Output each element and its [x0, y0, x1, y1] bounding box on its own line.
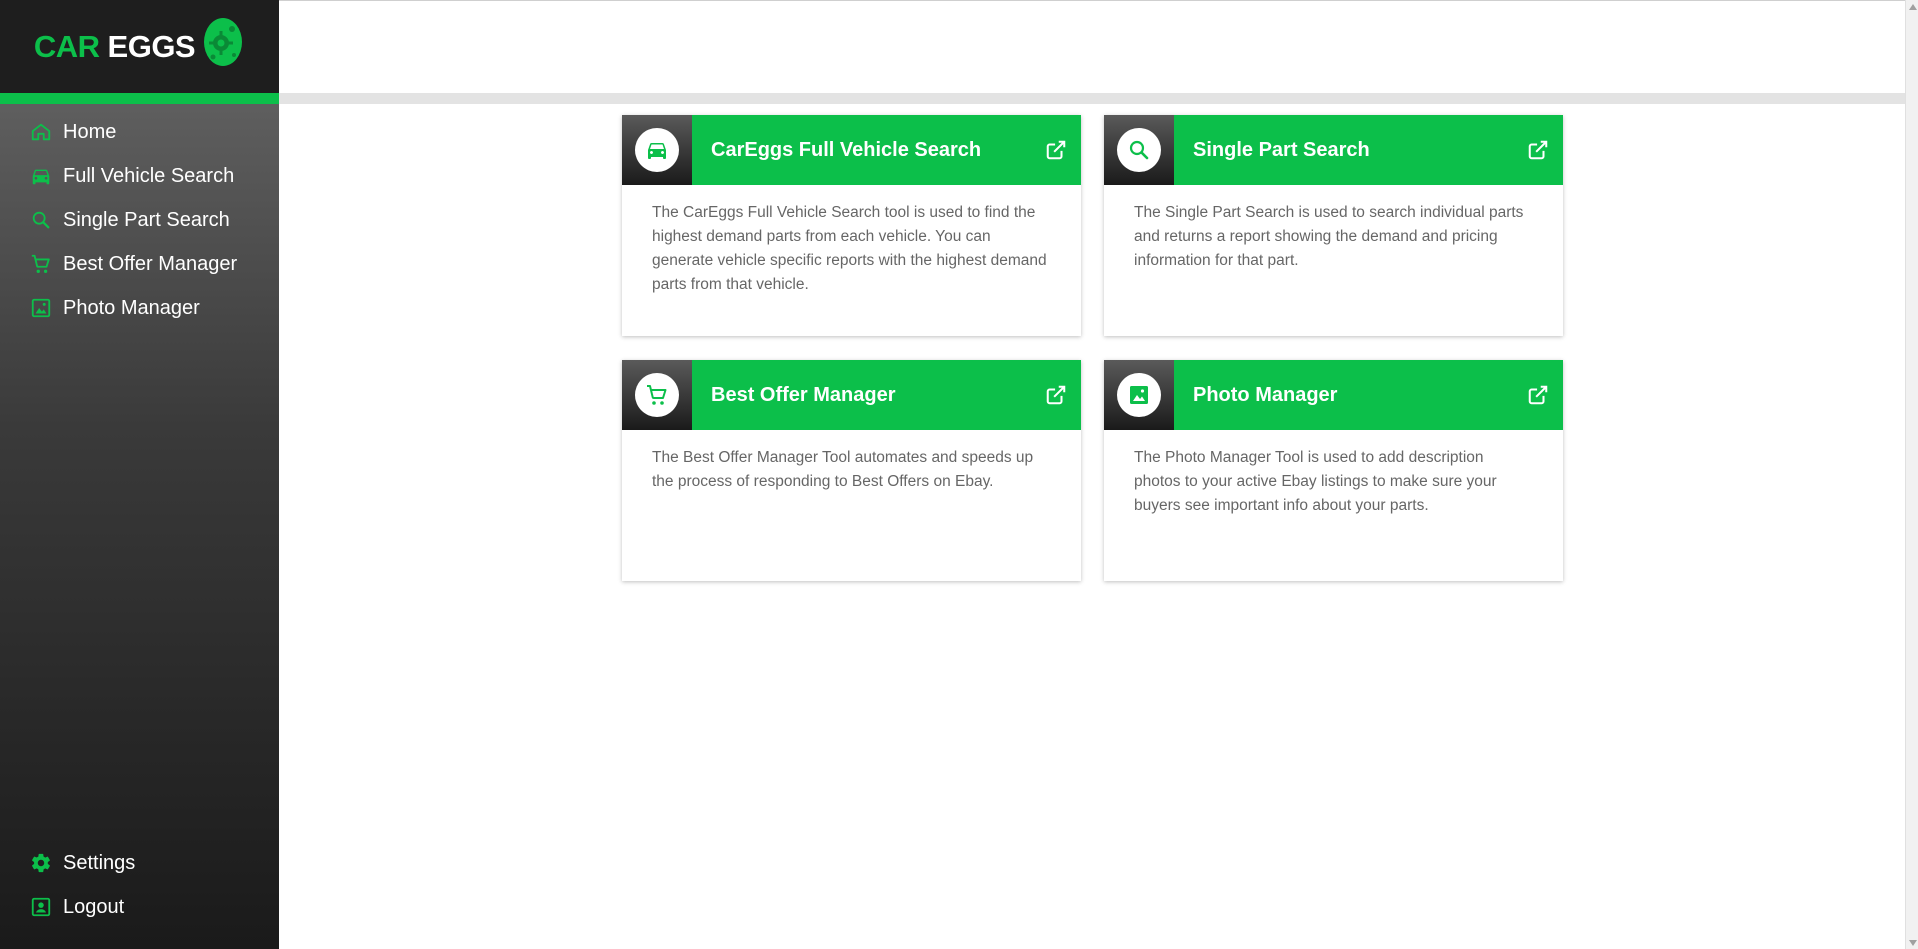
- card-icon-box: [1104, 360, 1174, 430]
- card-icon-box: [622, 360, 692, 430]
- header-separator-bar: [279, 93, 1905, 104]
- top-divider: [279, 0, 1905, 1]
- open-external-icon[interactable]: [1031, 115, 1081, 185]
- egg-logo-icon: [201, 13, 245, 67]
- scroll-up-arrow-icon[interactable]: [1906, 0, 1918, 13]
- tool-card-best-offer-manager[interactable]: Best Offer Manager The Best Offer Manage…: [622, 360, 1081, 581]
- logo-text-car: CAR: [33, 28, 100, 64]
- car-icon: [635, 128, 679, 172]
- sidebar-item-label: Home: [63, 120, 117, 143]
- card-description: The CarEggs Full Vehicle Search tool is …: [652, 204, 1047, 293]
- sidebar-item-label: Single Part Search: [63, 208, 230, 231]
- card-description: The Best Offer Manager Tool automates an…: [652, 449, 1034, 490]
- sidebar-item-full-vehicle-search[interactable]: Full Vehicle Search: [0, 154, 279, 198]
- tool-card-single-part-search[interactable]: Single Part Search The Single Part Searc…: [1104, 115, 1563, 336]
- card-title[interactable]: CarEggs Full Vehicle Search: [692, 115, 1031, 185]
- cart-icon: [635, 373, 679, 417]
- sidebar-item-photo-manager[interactable]: Photo Manager: [0, 286, 279, 330]
- sidebar-item-label: Logout: [63, 895, 125, 918]
- card-icon-box: [1104, 115, 1174, 185]
- cart-icon: [30, 253, 52, 275]
- logo-text-eggs: EGGS: [107, 28, 196, 64]
- tool-card-photo-manager[interactable]: Photo Manager The Photo Manager Tool is …: [1104, 360, 1563, 581]
- search-icon: [30, 209, 52, 231]
- main-content: CarEggs Full Vehicle Search The CarEggs …: [279, 0, 1905, 949]
- account-box-icon: [30, 896, 52, 918]
- image-icon: [30, 297, 52, 319]
- search-icon: [1117, 128, 1161, 172]
- logo[interactable]: CAR EGGS: [0, 0, 279, 93]
- sidebar-item-home[interactable]: Home: [0, 110, 279, 154]
- sidebar-item-best-offer-manager[interactable]: Best Offer Manager: [0, 242, 279, 286]
- sidebar-nav: Home Full Vehicle Search Single Part Sea…: [0, 104, 279, 330]
- car-icon: [30, 165, 52, 187]
- card-header: Best Offer Manager: [622, 360, 1081, 430]
- sidebar-item-settings[interactable]: Settings: [0, 841, 279, 885]
- sidebar-item-logout[interactable]: Logout: [0, 885, 279, 929]
- gear-icon: [30, 852, 52, 874]
- card-icon-box: [622, 115, 692, 185]
- card-title[interactable]: Single Part Search: [1174, 115, 1513, 185]
- scroll-down-arrow-icon[interactable]: [1906, 936, 1918, 949]
- card-header: CarEggs Full Vehicle Search: [622, 115, 1081, 185]
- card-header: Photo Manager: [1104, 360, 1563, 430]
- open-external-icon[interactable]: [1513, 360, 1563, 430]
- sidebar-item-label: Photo Manager: [63, 296, 200, 319]
- logo-accent-bar: [0, 93, 279, 104]
- card-title[interactable]: Best Offer Manager: [692, 360, 1031, 430]
- card-description: The Photo Manager Tool is used to add de…: [1134, 449, 1497, 514]
- card-title[interactable]: Photo Manager: [1174, 360, 1513, 430]
- sidebar-bottom-nav: Settings Logout: [0, 841, 279, 929]
- sidebar-item-label: Full Vehicle Search: [63, 164, 235, 187]
- vertical-scrollbar[interactable]: [1905, 0, 1918, 949]
- sidebar-item-single-part-search[interactable]: Single Part Search: [0, 198, 279, 242]
- image-icon: [1117, 373, 1161, 417]
- tool-card-full-vehicle-search[interactable]: CarEggs Full Vehicle Search The CarEggs …: [622, 115, 1081, 336]
- card-description: The Single Part Search is used to search…: [1134, 204, 1524, 269]
- open-external-icon[interactable]: [1513, 115, 1563, 185]
- home-icon: [30, 121, 52, 143]
- card-header: Single Part Search: [1104, 115, 1563, 185]
- sidebar-item-label: Best Offer Manager: [63, 252, 238, 275]
- sidebar-item-label: Settings: [63, 851, 136, 874]
- sidebar: CAR EGGS Home Full Vehicle Search Single…: [0, 0, 279, 949]
- open-external-icon[interactable]: [1031, 360, 1081, 430]
